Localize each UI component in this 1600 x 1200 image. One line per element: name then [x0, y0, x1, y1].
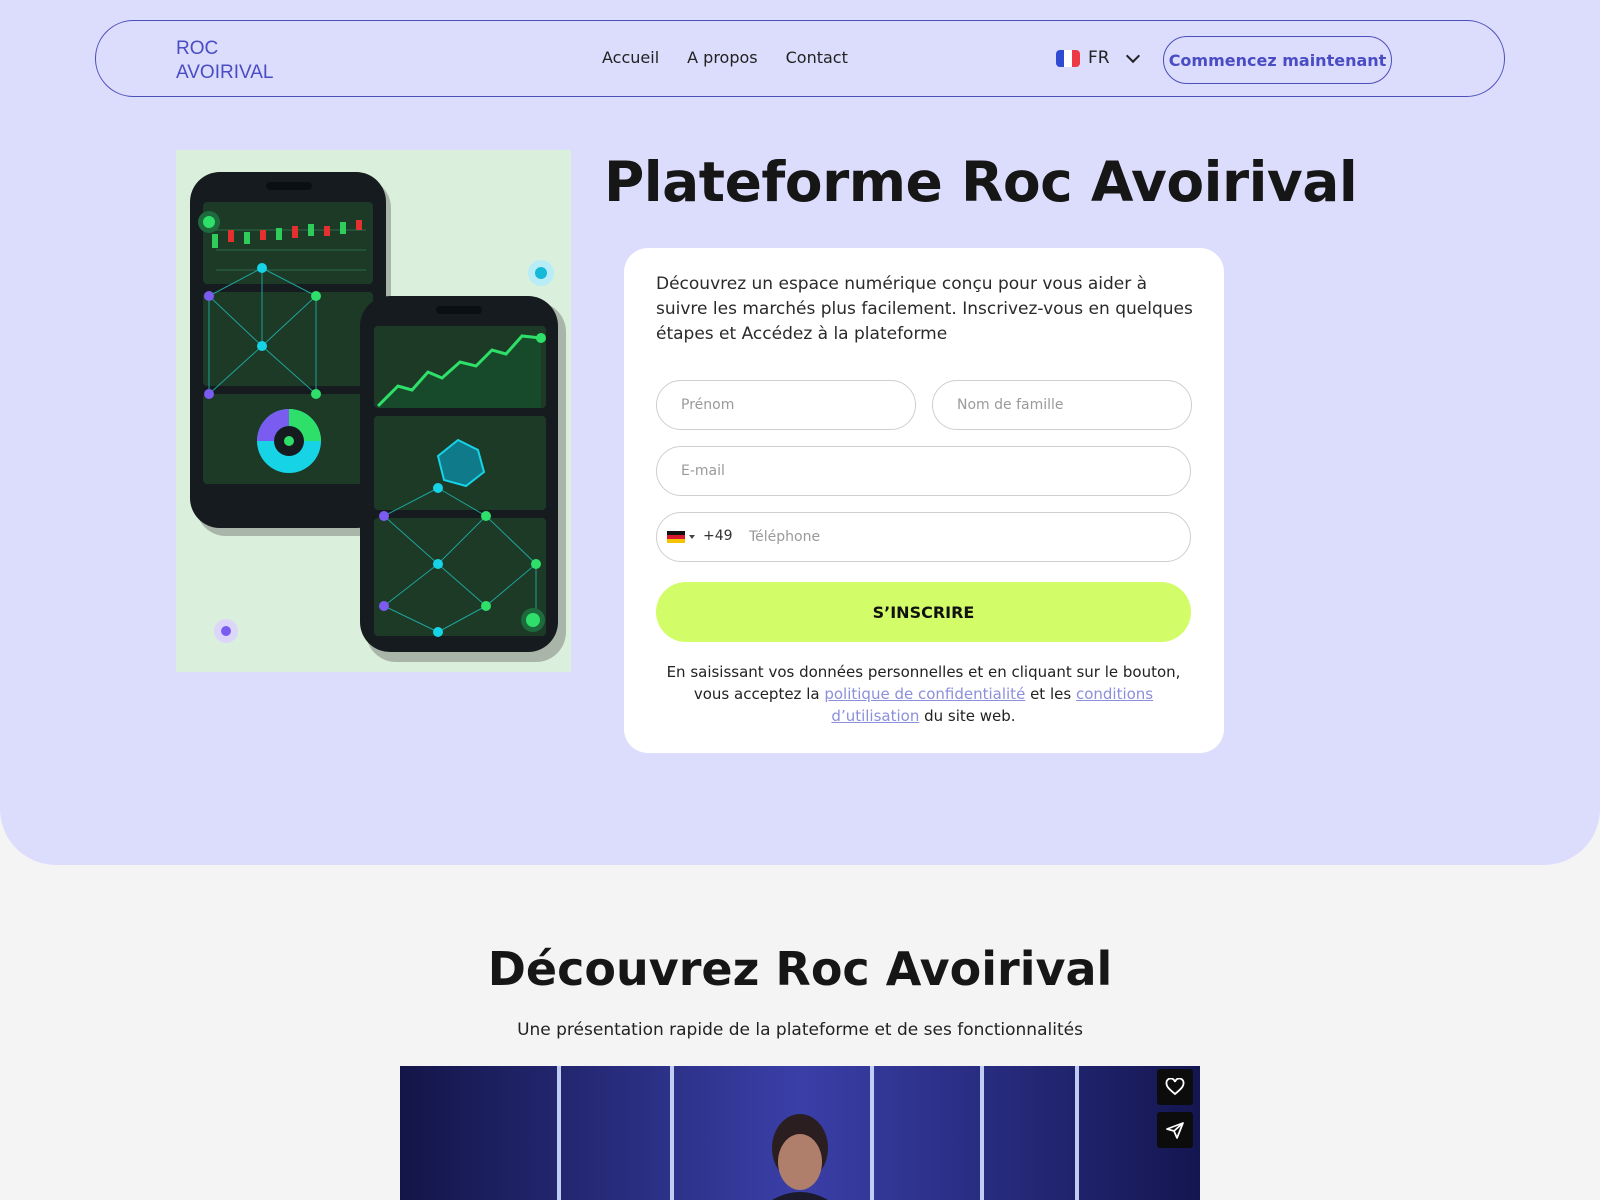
hero-illustration	[176, 150, 571, 672]
video-frame	[400, 1066, 1200, 1200]
nav-menu: Accueil A propos Contact	[602, 48, 848, 67]
signup-submit-button[interactable]: S’INSCRIRE	[656, 582, 1191, 642]
signup-form-card: Découvrez un espace numérique conçu pour…	[624, 248, 1224, 753]
consent-text: En saisissant vos données personnelles e…	[656, 661, 1191, 727]
logo[interactable]: ROC AVOIRIVAL	[176, 37, 274, 85]
hero-section: ROC AVOIRIVAL Accueil A propos Contact F…	[0, 0, 1600, 865]
chevron-down-icon	[1125, 48, 1140, 63]
germany-flag-icon[interactable]	[667, 531, 685, 543]
presentation-video[interactable]	[400, 1066, 1200, 1200]
language-label: FR	[1088, 48, 1110, 68]
heart-icon	[1165, 1078, 1185, 1096]
phone-input[interactable]	[745, 513, 1185, 561]
discover-title: Découvrez Roc Avoirival	[487, 942, 1113, 996]
phone-field: +49	[656, 512, 1191, 562]
caret-down-icon[interactable]	[689, 535, 695, 539]
language-selector[interactable]: FR	[1056, 48, 1140, 68]
privacy-policy-link[interactable]: politique de confidentialité	[824, 685, 1025, 703]
france-flag-icon	[1056, 49, 1080, 67]
nav-link-contact[interactable]: Contact	[786, 48, 848, 67]
nav-link-accueil[interactable]: Accueil	[602, 48, 659, 67]
first-name-input[interactable]	[656, 380, 916, 430]
phone-country-code: +49	[703, 528, 733, 544]
email-input[interactable]	[656, 446, 1191, 496]
top-navbar: ROC AVOIRIVAL Accueil A propos Contact F…	[95, 20, 1505, 97]
like-button[interactable]	[1157, 1069, 1193, 1105]
discover-subtitle: Une présentation rapide de la plateforme…	[517, 1020, 1083, 1040]
consent-middle: et les	[1030, 685, 1072, 703]
last-name-input[interactable]	[932, 380, 1192, 430]
phones-illustration	[190, 172, 566, 662]
hero-description: Découvrez un espace numérique conçu pour…	[656, 274, 1193, 344]
logo-line-2: AVOIRIVAL	[176, 62, 274, 83]
consent-suffix: du site web.	[924, 707, 1016, 725]
send-icon	[1166, 1122, 1184, 1139]
share-button[interactable]	[1157, 1112, 1193, 1148]
hero-title: Plateforme Roc Avoirival	[604, 150, 1358, 214]
nav-link-a-propos[interactable]: A propos	[687, 48, 757, 67]
get-started-button[interactable]: Commencez maintenant	[1163, 36, 1392, 84]
logo-line-1: ROC	[176, 38, 219, 59]
